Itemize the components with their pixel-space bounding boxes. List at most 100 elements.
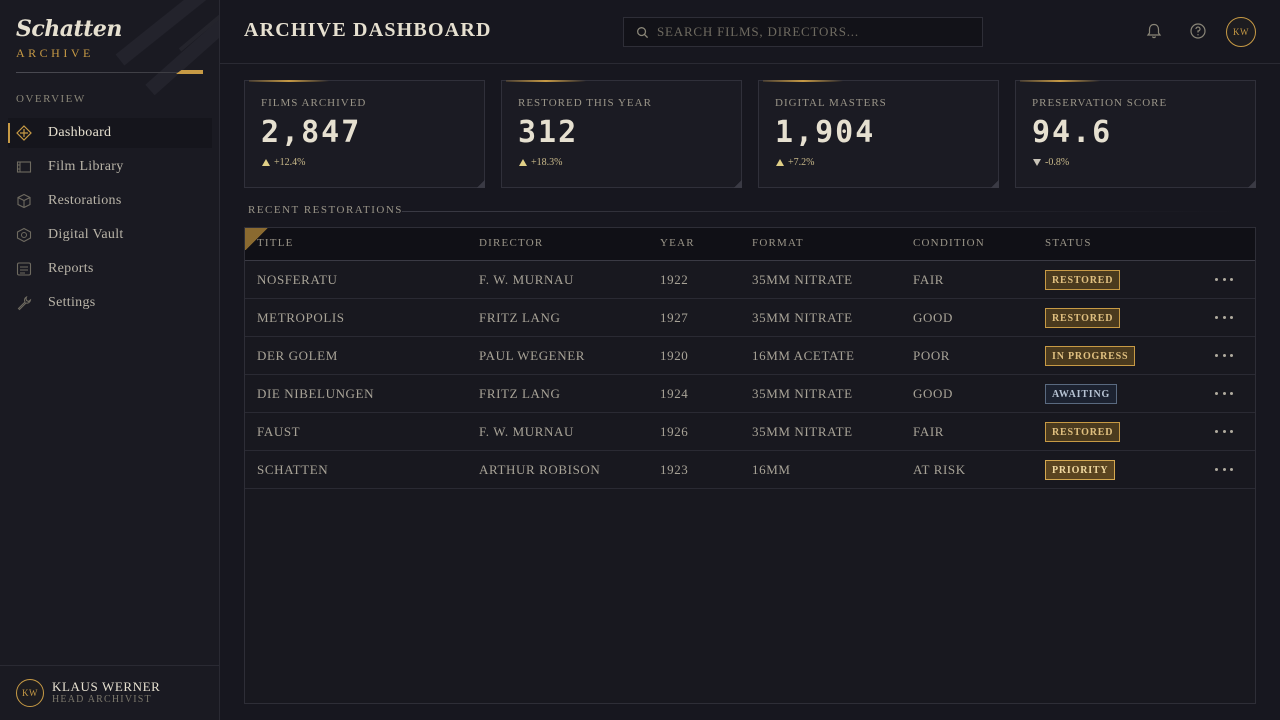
stat-card-preservation-score: PRESERVATION SCORE 94.6 -0.8% [1015,80,1256,188]
more-options-icon[interactable] [1215,278,1233,282]
status-badge: PRIORITY [1045,460,1116,480]
cell-year: 1924 [660,386,689,401]
trend-down-icon [1033,159,1041,166]
table-row[interactable]: NOSFERATU F. W. MURNAU 1922 35MM NITRATE FAI… [245,261,1255,299]
sidebar-item-dashboard[interactable]: Dashboard [8,118,212,148]
cube-icon [16,193,32,209]
stat-delta-value: +7.2% [788,157,815,168]
trend-up-icon [262,159,270,166]
cell-director: FRITZ LANG [479,386,561,401]
stat-label: RESTORED THIS YEAR [518,97,652,109]
cell-format: 35MM NITRATE [752,386,853,401]
user-name: KLAUS WERNER [52,679,161,694]
stat-delta-value: +12.4% [274,157,306,168]
bell-icon[interactable] [1145,22,1163,40]
wrench-icon [16,295,32,311]
search-input[interactable] [657,24,957,40]
sidebar-item-restorations[interactable]: Restorations [8,186,212,216]
stat-delta: +7.2% [776,157,814,168]
stat-delta-value: +18.3% [531,157,563,168]
column-header-year[interactable]: YEAR [660,237,695,249]
cell-director: ARTHUR ROBISON [479,462,601,477]
sidebar-item-label: Dashboard [48,125,112,140]
cell-condition: AT RISK [913,462,966,477]
restorations-table: TITLE DIRECTOR YEAR FORMAT CONDITION STA… [244,227,1256,704]
more-options-icon[interactable] [1215,430,1233,434]
cell-format: 16MM [752,462,791,477]
sidebar-item-settings[interactable]: Settings [8,288,212,318]
cell-title: DIE NIBELUNGEN [257,386,375,401]
column-header-status[interactable]: STATUS [1045,237,1092,249]
section-divider [402,211,1238,212]
sidebar-item-label: Reports [48,261,94,276]
stat-label: FILMS ARCHIVED [261,97,367,109]
brand-logo[interactable]: Schatten ARCHIVE [16,16,122,61]
sidebar-item-reports[interactable]: Reports [8,254,212,284]
section-title: RECENT RESTORATIONS [248,204,403,216]
table-row[interactable]: SCHATTEN ARTHUR ROBISON 1923 16MM AT RISK PRI… [245,451,1255,489]
user-profile[interactable]: KW KLAUS WERNER HEAD ARCHIVIST [0,665,219,720]
stat-value: 94.6 [1032,115,1113,150]
cell-format: 35MM NITRATE [752,272,853,287]
more-options-icon[interactable] [1215,354,1233,358]
table-row[interactable]: DER GOLEM PAUL WEGENER 1920 16MM ACETATE POO… [245,337,1255,375]
stat-card-films-archived: FILMS ARCHIVED 2,847 +12.4% [244,80,485,188]
more-options-icon[interactable] [1215,468,1233,472]
stat-delta: -0.8% [1033,157,1069,168]
cell-title: SCHATTEN [257,462,329,477]
search-icon [637,26,649,38]
vault-icon [16,227,32,243]
column-header-title[interactable]: TITLE [257,237,294,249]
table-row[interactable]: DIE NIBELUNGEN FRITZ LANG 1924 35MM NITRATE… [245,375,1255,413]
sidebar: Schatten ARCHIVE OVERVIEW Dashboard Film… [0,0,220,720]
cell-year: 1926 [660,424,689,439]
header-avatar[interactable]: KW [1226,17,1256,47]
search-bar[interactable] [623,17,983,47]
cell-year: 1922 [660,272,689,287]
sidebar-nav: Dashboard Film Library Restorations Digi… [8,118,212,322]
brand-subtitle: ARCHIVE [16,46,94,60]
page-title: ARCHIVE DASHBOARD [244,19,492,41]
cell-director: F. W. MURNAU [479,424,575,439]
cell-condition: GOOD [913,386,953,401]
cell-title: METROPOLIS [257,310,345,325]
top-header: ARCHIVE DASHBOARD KW [220,0,1280,64]
column-header-condition[interactable]: CONDITION [913,237,985,249]
sidebar-item-film-library[interactable]: Film Library [8,152,212,182]
cell-year: 1923 [660,462,689,477]
stat-value: 312 [518,115,579,150]
status-badge: AWAITING [1045,384,1118,404]
column-header-director[interactable]: DIRECTOR [479,237,543,249]
sidebar-item-label: Settings [48,295,96,310]
stat-delta: +12.4% [262,157,305,168]
stat-label: PRESERVATION SCORE [1032,97,1168,109]
table-row[interactable]: METROPOLIS FRITZ LANG 1927 35MM NITRATE GOOD… [245,299,1255,337]
brand-name: Schatten [16,16,122,42]
cell-director: FRITZ LANG [479,310,561,325]
cell-condition: FAIR [913,272,945,287]
cell-format: 35MM NITRATE [752,424,853,439]
cell-format: 16MM ACETATE [752,348,855,363]
cell-title: NOSFERATU [257,272,338,287]
trend-up-icon [519,159,527,166]
cell-year: 1920 [660,348,689,363]
stat-delta: +18.3% [519,157,562,168]
more-options-icon[interactable] [1215,316,1233,320]
table-row[interactable]: FAUST F. W. MURNAU 1926 35MM NITRATE FAIR RES… [245,413,1255,451]
user-role: HEAD ARCHIVIST [52,694,152,705]
sidebar-item-label: Film Library [48,159,124,174]
cell-title: DER GOLEM [257,348,338,363]
sidebar-item-label: Digital Vault [48,227,124,242]
help-icon[interactable] [1189,22,1207,40]
more-options-icon[interactable] [1215,392,1233,396]
brand-divider-accent [176,70,203,74]
brand-divider [16,72,203,73]
cell-title: FAUST [257,424,301,439]
stat-card-restored-this-year: RESTORED THIS YEAR 312 +18.3% [501,80,742,188]
table-header: TITLE DIRECTOR YEAR FORMAT CONDITION STA… [245,228,1255,261]
column-header-format[interactable]: FORMAT [752,237,804,249]
status-badge: RESTORED [1045,308,1121,328]
stat-value: 2,847 [261,115,362,150]
stat-label: DIGITAL MASTERS [775,97,887,109]
sidebar-item-digital-vault[interactable]: Digital Vault [8,220,212,250]
